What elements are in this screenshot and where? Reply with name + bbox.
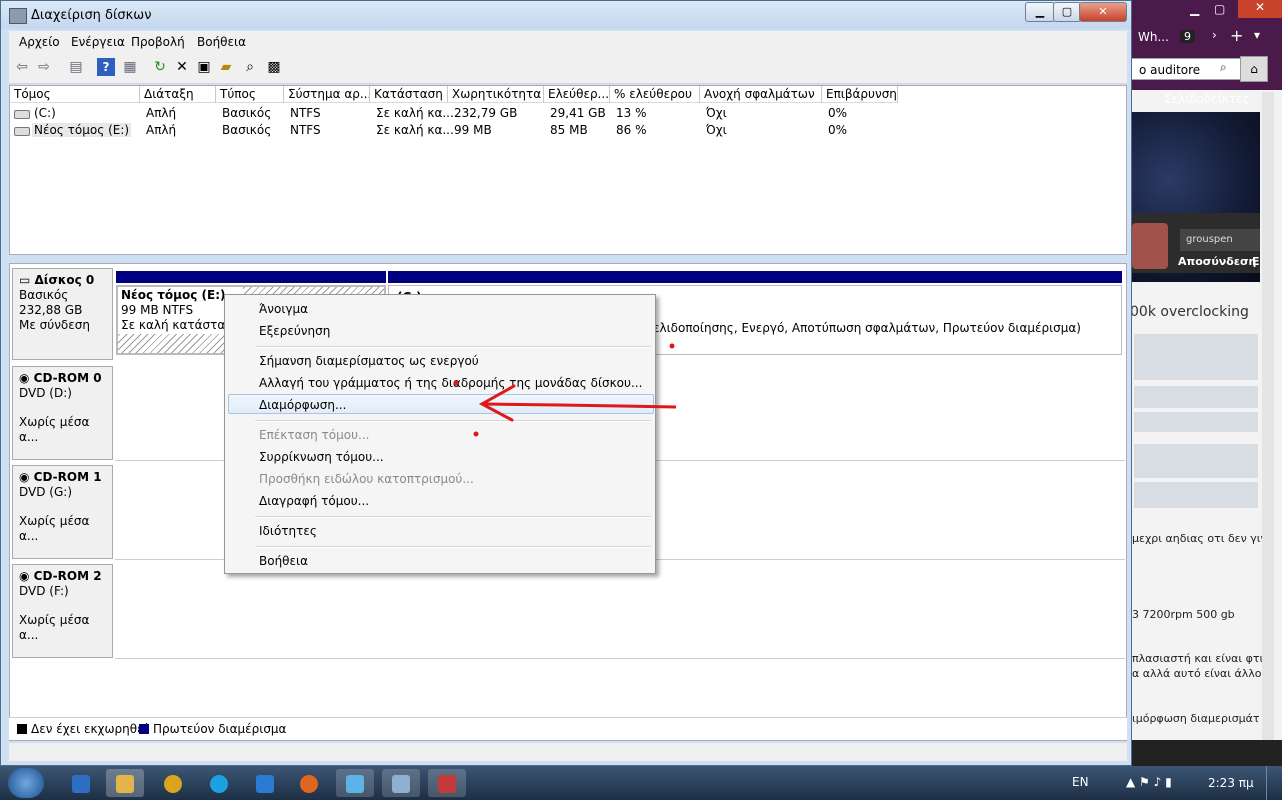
taskbar-app-computer[interactable] (382, 769, 420, 797)
annotation-overlay (453, 343, 677, 437)
taskbar-app-photos[interactable] (336, 769, 374, 797)
annotation-dot (669, 343, 675, 349)
annotation-dot (473, 431, 479, 437)
taskbar-app-chrome[interactable] (154, 769, 192, 797)
annotation-dot (453, 380, 459, 386)
clock[interactable]: 2:23 πμ (1208, 776, 1254, 790)
taskbar: EN ▲ ⚑ ♪ ▮ 2:23 πμ (0, 766, 1282, 800)
start-button[interactable] (8, 768, 44, 798)
annotation-arrow-line (483, 402, 677, 409)
taskbar-app-media[interactable] (62, 769, 100, 797)
show-desktop-button[interactable] (1266, 766, 1282, 800)
tray-icons[interactable]: ▲ ⚑ ♪ ▮ (1126, 775, 1172, 789)
taskbar-app-firefox[interactable] (290, 769, 328, 797)
taskbar-app-explorer[interactable] (106, 769, 144, 797)
taskbar-app-disk-management[interactable] (428, 769, 466, 797)
taskbar-app-excel[interactable] (246, 769, 284, 797)
taskbar-app-skype[interactable] (200, 769, 238, 797)
language-indicator[interactable]: EN (1072, 775, 1089, 789)
